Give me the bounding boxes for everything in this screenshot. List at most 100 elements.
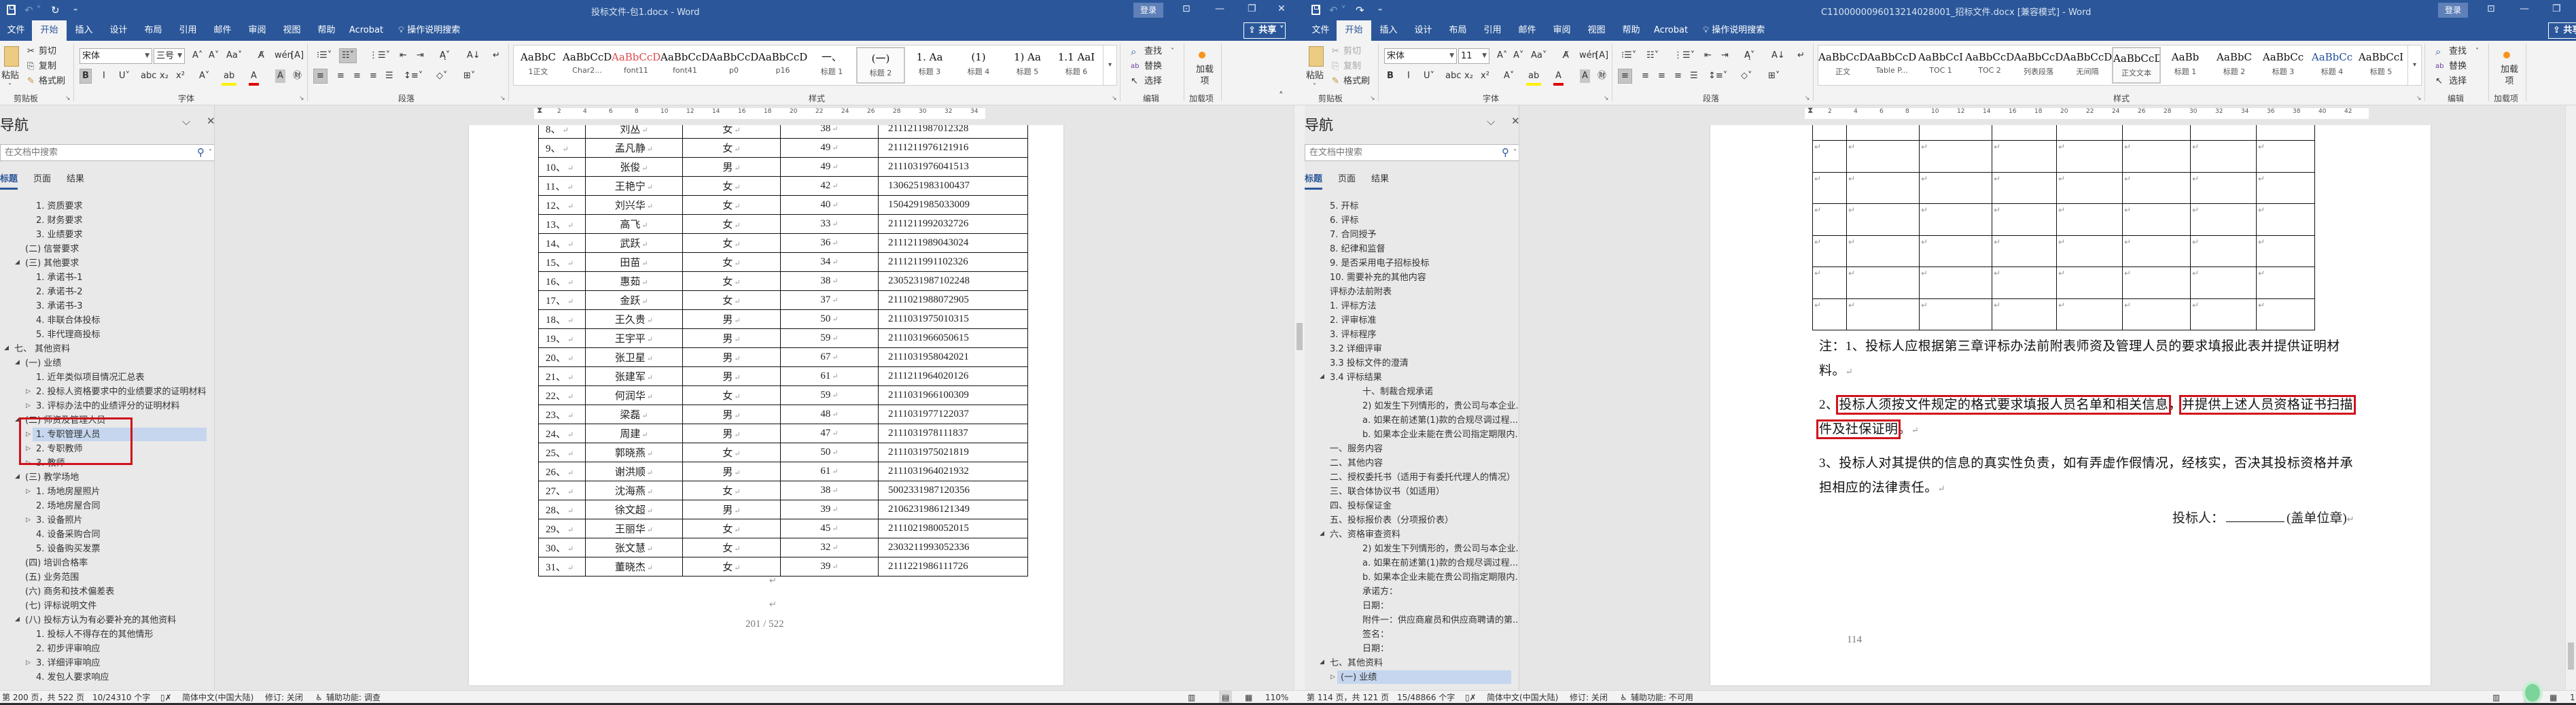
cell-name[interactable]: 董晓杰 [585, 557, 683, 577]
styles-more-icon[interactable]: ▾ [2407, 46, 2421, 85]
cell-age[interactable]: 39 [780, 557, 879, 577]
expanded-triangle-icon[interactable]: ◢ [15, 470, 20, 484]
empty-cell[interactable]: ↵ [2190, 266, 2257, 299]
cell-gender[interactable]: 男 [682, 462, 781, 481]
cell-name[interactable]: 张文慧 [585, 538, 683, 557]
nav-heading-item[interactable]: ◢ (八) 投标方认为有必要补充的其他资料 [0, 613, 214, 627]
empty-cell[interactable]: ↵ [1846, 235, 1920, 267]
language[interactable]: 简体中文(中国大陆) [182, 691, 253, 704]
cell-index[interactable]: 18、 [538, 309, 586, 329]
copy-button[interactable]: 复制 [1343, 60, 1361, 73]
indent-marker-icon[interactable]: ⧗ [1807, 105, 1813, 116]
indent-marker-icon[interactable]: ⧗ [537, 105, 542, 116]
addins-button[interactable]: 加载项 [1196, 64, 1214, 87]
cell-id-number[interactable]: 2106231986121349 [878, 500, 1028, 519]
cell-index[interactable]: 22、 [538, 385, 586, 405]
addins-button[interactable]: 加载项 [2501, 64, 2518, 87]
empty-cell[interactable]: ↵ [1846, 266, 1920, 299]
shading-icon[interactable]: ◇˅ [434, 69, 451, 83]
cell-name[interactable]: 梁磊 [585, 405, 683, 424]
cell-name[interactable]: 孟凡静 [585, 138, 683, 158]
cell-name[interactable]: 金跃 [585, 290, 683, 310]
cell-index[interactable]: 24、 [538, 424, 586, 443]
empty-cell[interactable]: ↵ [1992, 171, 2057, 204]
style-item[interactable]: AaBbCcDdI font41 [660, 47, 709, 84]
expanded-triangle-icon[interactable]: ◢ [15, 256, 20, 270]
empty-cell[interactable]: ↵ [2122, 203, 2191, 236]
empty-cell[interactable]: ↵ [2190, 203, 2257, 236]
style-item[interactable]: AaBbCc 标题 4 [2308, 47, 2357, 84]
accessibility-icon[interactable]: ♿︎ [1620, 691, 1627, 704]
cell-gender[interactable]: 女 [682, 176, 781, 196]
phonetic-guide-icon[interactable]: wén [275, 49, 293, 63]
cell-name[interactable]: 刘兴华 [585, 195, 683, 215]
cell-index[interactable]: 9、 [538, 138, 586, 158]
search-icon[interactable]: ⚲ [1502, 145, 1509, 160]
character-border-icon[interactable]: [A] [291, 49, 304, 63]
empty-cell[interactable]: ↵ [1992, 235, 2057, 267]
cell-age[interactable]: 37 [780, 290, 879, 310]
nav-heading-item[interactable]: 9. 是否采用电子招标投标 [1305, 256, 1519, 271]
cell-age[interactable]: 32 [780, 538, 879, 557]
nav-heading-item[interactable]: ◢ (三) 其他要求 [0, 256, 214, 271]
word-count[interactable]: 10/24310 个字 [92, 691, 150, 704]
maximize-icon[interactable]: ❐ [2552, 3, 2561, 14]
nav-heading-item[interactable]: 4. 非联合体投标 [0, 313, 214, 328]
cell-name[interactable]: 王宇平 [585, 328, 683, 348]
italic-icon[interactable]: I [101, 69, 107, 83]
ribbon-display-options-icon[interactable]: ⊡ [2487, 3, 2495, 14]
bullets-icon[interactable]: ⁝☰˅ [1619, 49, 1638, 63]
tab-10[interactable]: Acrobat [344, 20, 389, 41]
cell-id-number[interactable]: 2111031966100309 [878, 385, 1028, 405]
cell-gender[interactable]: 男 [682, 157, 781, 177]
search-icon[interactable]: ⚲ [197, 145, 205, 160]
cell-gender[interactable]: 女 [682, 195, 781, 215]
tell-me-search[interactable]: 💡︎ 操作说明搜索 [398, 20, 460, 41]
empty-cell[interactable]: ↵ [2256, 298, 2315, 330]
empty-cell[interactable] [2122, 125, 2191, 141]
web-layout-icon[interactable]: ▦ [2549, 691, 2557, 704]
cell-gender[interactable]: 女 [682, 443, 781, 462]
tab-10[interactable]: Acrobat [1648, 20, 1693, 41]
clear-formatting-icon[interactable]: A̸ [258, 49, 264, 63]
tab-1[interactable]: 开始 [32, 20, 67, 41]
horizontal-ruler[interactable]: 2 4 6 8 10 12 14 16 18 20 22 24 26 28 30 32 34 ⧗ [215, 105, 1294, 125]
cell-name[interactable]: 徐文超 [585, 500, 683, 519]
cut-icon[interactable]: ✂ [27, 45, 35, 58]
close-icon[interactable]: ✕ [1277, 3, 1286, 14]
cut-button[interactable]: 剪切 [1343, 45, 1361, 58]
nav-heading-item[interactable]: 2) 如发生下列情形的，贵公司与本企业... [1305, 399, 1519, 413]
cell-id-number[interactable]: 2111221986111726 [878, 557, 1028, 577]
align-center-icon[interactable]: ≡ [334, 69, 347, 83]
cell-index[interactable]: 28、 [538, 500, 586, 519]
nav-heading-item[interactable]: 8. 纪律和监督 [1305, 242, 1519, 256]
find-button[interactable]: 查找 [1144, 45, 1162, 58]
cell-id-number[interactable]: 2111211989043024 [878, 233, 1028, 253]
empty-cell[interactable]: ↵ [2190, 298, 2257, 330]
cell-id-number[interactable]: 1504291985033009 [878, 195, 1028, 215]
empty-cell[interactable]: ↵ [2056, 171, 2123, 204]
web-layout-icon[interactable]: ▦ [1245, 691, 1252, 704]
format-painter-button[interactable]: 格式刷 [39, 75, 65, 88]
clipboard-launcher-icon[interactable]: ↘ [65, 95, 71, 102]
align-left-icon[interactable]: ≡ [313, 69, 328, 84]
cell-index[interactable]: 27、 [538, 481, 586, 500]
copy-button[interactable]: 复制 [39, 60, 56, 73]
nav-heading-item[interactable]: 1. 资质要求 [0, 199, 214, 213]
empty-cell[interactable]: ↵ [1846, 171, 1920, 204]
empty-cell[interactable]: ↵ [1812, 266, 1847, 299]
tab-3[interactable]: 设计 [1406, 20, 1441, 41]
cell-index[interactable]: 14、 [538, 233, 586, 253]
style-item[interactable]: AaBbCcDc p16 [758, 47, 807, 84]
cell-name[interactable]: 谢洪顺 [585, 462, 683, 481]
cell-gender[interactable]: 男 [682, 366, 781, 386]
empty-cell[interactable]: ↵ [2122, 235, 2191, 267]
tab-9[interactable]: 帮助 [309, 20, 344, 41]
nav-heading-item[interactable]: 3. 承诺书-3 [0, 299, 214, 313]
cell-name[interactable]: 王久贵 [585, 309, 683, 329]
cell-id-number[interactable]: 1306251983100437 [878, 176, 1028, 196]
nav-heading-item[interactable]: 10. 需要补充的其他内容 [1305, 271, 1519, 285]
print-layout-icon[interactable]: ▤ [1219, 691, 1233, 704]
nav-search-input[interactable]: 在文档中搜索 ⚲ ˅ [1305, 144, 1519, 161]
line-spacing-icon[interactable]: ↕≡˅ [1706, 69, 1730, 83]
